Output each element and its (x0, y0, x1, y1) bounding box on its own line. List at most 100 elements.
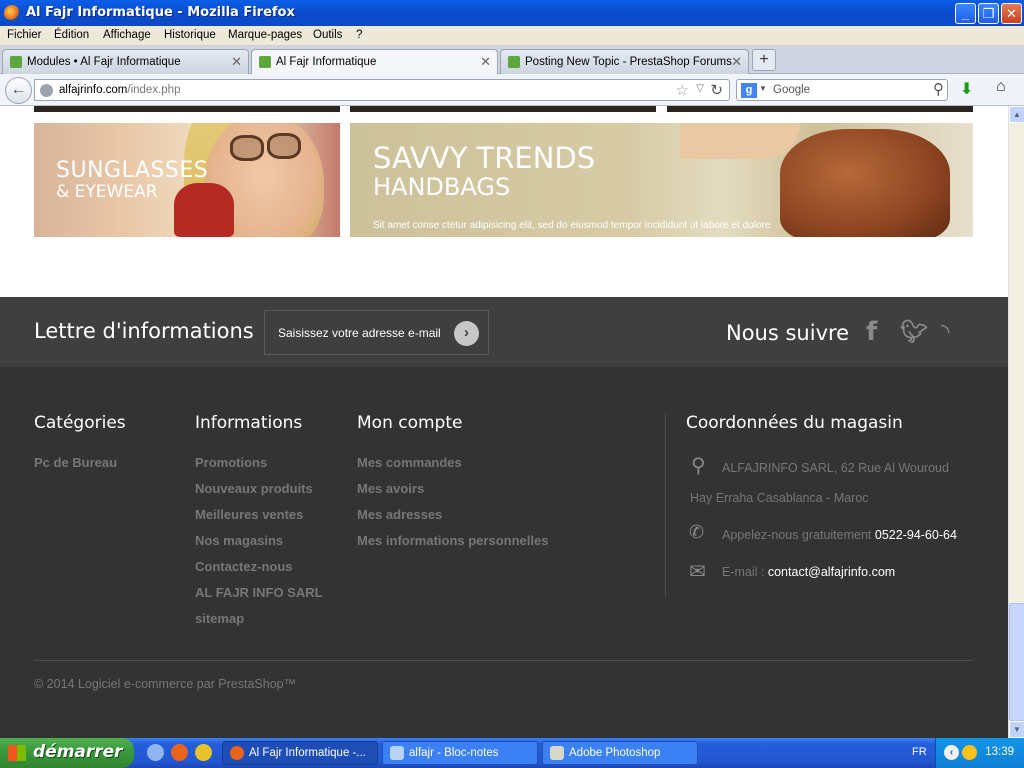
footer-link[interactable]: Mes adresses (357, 507, 442, 522)
footer-link[interactable]: Promotions (195, 455, 267, 470)
tray-expand-icon[interactable]: ‹ (944, 745, 959, 760)
window-title: Al Fajr Informatique - Mozilla Firefox (26, 5, 295, 20)
menu-bar: Fichier Édition Affichage Historique Mar… (0, 26, 1024, 46)
close-button[interactable]: ✕ (1001, 3, 1022, 24)
quicklaunch-chrome-icon[interactable] (195, 744, 212, 761)
search-bar[interactable]: g ▼ Google ⚲ (736, 79, 948, 101)
submit-arrow-icon[interactable]: › (454, 321, 479, 346)
footer-link[interactable]: Nouveaux produits (195, 481, 313, 496)
tab-close-icon[interactable]: ✕ (480, 54, 491, 70)
footer-heading: Catégories (34, 413, 126, 433)
footer-link[interactable]: Meilleures ventes (195, 507, 303, 522)
url-bar[interactable]: alfajrinfo.com/index.php ☆ ▽ ↻ (34, 79, 730, 101)
back-button[interactable]: ← (5, 77, 32, 104)
download-icon[interactable]: ⬇ (960, 79, 973, 99)
task-photoshop[interactable]: Adobe Photoshop (542, 741, 698, 765)
tab-label: Modules • Al Fajr Informatique (27, 56, 181, 68)
follow-title: Nous suivre (726, 321, 850, 345)
tab-posting-new-topic[interactable]: Posting New Topic - PrestaShop Forums ✕ (500, 49, 749, 74)
handbags-banner[interactable]: SAVVY TRENDS HANDBAGS Sit amet conse cte… (350, 123, 973, 237)
firefox-icon (230, 746, 244, 760)
minimize-button[interactable]: _ (955, 3, 976, 24)
photoshop-icon (550, 746, 564, 760)
model-arm (680, 123, 800, 159)
footer-link[interactable]: sitemap (195, 611, 244, 626)
language-indicator[interactable]: FR (912, 746, 927, 758)
store-phone: Appelez-nous gratuitement 0522-94-60-64 (722, 528, 957, 542)
twitter-icon[interactable]: 🐦︎ (900, 320, 928, 345)
banner-strip (667, 106, 973, 112)
menu-affichage[interactable]: Affichage (103, 29, 151, 41)
chevron-down-icon[interactable]: ▽ (696, 83, 704, 94)
menu-help[interactable]: ? (356, 29, 362, 41)
scrollbar-thumb[interactable] (1009, 603, 1024, 721)
menu-outils[interactable]: Outils (313, 29, 342, 41)
facebook-icon[interactable]: f (866, 317, 877, 347)
newsletter-placeholder: Saisissez votre adresse e-mail (278, 326, 441, 340)
tab-close-icon[interactable]: ✕ (231, 54, 242, 70)
footer-link[interactable]: Mes informations personnelles (357, 533, 548, 548)
footer-link[interactable]: Nos magasins (195, 533, 283, 548)
start-button[interactable]: démarrer (0, 738, 134, 768)
tab-label: Al Fajr Informatique (276, 56, 377, 68)
scroll-up-icon[interactable]: ▲ (1009, 106, 1024, 123)
store-email[interactable]: E-mail : contact@alfajrinfo.com (722, 565, 895, 579)
quicklaunch-ie-icon[interactable] (147, 744, 164, 761)
menu-marque-pages[interactable]: Marque-pages (228, 29, 302, 41)
clock: 13:39 (985, 746, 1014, 758)
footer: Catégories Pc de Bureau Informations Pro… (0, 367, 1008, 738)
footer-link[interactable]: Pc de Bureau (34, 455, 117, 470)
sunglasses-banner[interactable]: SUNGLASSES & EYEWEAR (34, 123, 340, 237)
navigation-bar: ← alfajrinfo.com/index.php ☆ ▽ ↻ g ▼ Goo… (0, 74, 1024, 106)
tab-label: Posting New Topic - PrestaShop Forums (525, 56, 732, 68)
task-notepad[interactable]: alfajr - Bloc-notes (382, 741, 538, 765)
task-firefox[interactable]: Al Fajr Informatique -... (222, 741, 378, 765)
banner-description: Sit amet conse ctetur adipisicing elit, … (373, 220, 771, 231)
scroll-down-icon[interactable]: ▼ (1009, 721, 1024, 738)
prestashop-favicon-icon (508, 56, 520, 68)
url-text: alfajrinfo.com/index.php (59, 84, 181, 96)
tab-al-fajr[interactable]: Al Fajr Informatique ✕ (251, 49, 498, 75)
menu-historique[interactable]: Historique (164, 29, 216, 41)
vertical-scrollbar[interactable]: ▲ ▼ (1008, 106, 1024, 738)
banner-heading: SUNGLASSES (56, 158, 209, 183)
footer-link[interactable]: AL FAJR INFO SARL (195, 585, 323, 600)
reload-icon[interactable]: ↻ (710, 81, 723, 99)
footer-link[interactable]: Contactez-nous (195, 559, 293, 574)
handbag-image (780, 129, 950, 237)
footer-link[interactable]: Mes avoirs (357, 481, 424, 496)
firefox-icon (4, 5, 20, 21)
bookmark-star-icon[interactable]: ☆ (676, 81, 689, 99)
menu-edition[interactable]: Édition (54, 29, 89, 41)
banner-subheading: & EYEWEAR (56, 182, 158, 202)
notepad-icon (390, 746, 404, 760)
page-viewport: SUNGLASSES & EYEWEAR SAVVY TRENDS HANDBA… (0, 106, 1008, 738)
search-placeholder: Google (773, 84, 811, 96)
footer-link[interactable]: Mes commandes (357, 455, 462, 470)
rss-icon[interactable]: ◝ (941, 320, 950, 345)
search-icon[interactable]: ⚲ (933, 80, 944, 98)
footer-heading: Informations (195, 413, 303, 433)
tab-modules[interactable]: Modules • Al Fajr Informatique ✕ (2, 49, 249, 74)
sunglasses-lens (230, 135, 264, 161)
banner-strip (34, 106, 340, 112)
taskbar: démarrer Al Fajr Informatique -... alfaj… (0, 738, 1024, 768)
google-icon[interactable]: g (741, 83, 757, 98)
copyright-text: © 2014 Logiciel e-commerce par PrestaSho… (34, 677, 297, 691)
newsletter-bar: Lettre d'informations Saisissez votre ad… (0, 297, 1008, 367)
phone-icon: ✆ (689, 522, 705, 542)
windows-logo-icon (8, 745, 26, 761)
quicklaunch-firefox-icon[interactable] (171, 744, 188, 761)
home-icon[interactable]: ⌂ (996, 78, 1006, 96)
tab-close-icon[interactable]: ✕ (731, 54, 742, 70)
maximize-button[interactable]: ❐ (978, 3, 999, 24)
new-tab-button[interactable]: + (752, 49, 776, 71)
red-glove (174, 183, 234, 237)
footer-heading: Mon compte (357, 413, 463, 433)
menu-fichier[interactable]: Fichier (7, 29, 42, 41)
tab-bar: Modules • Al Fajr Informatique ✕ Al Fajr… (0, 46, 1024, 75)
system-tray: ‹ 13:39 (935, 738, 1024, 768)
newsletter-email-input[interactable]: Saisissez votre adresse e-mail › (264, 310, 489, 355)
tray-app-icon[interactable] (962, 745, 977, 760)
chevron-down-icon[interactable]: ▼ (759, 84, 767, 93)
